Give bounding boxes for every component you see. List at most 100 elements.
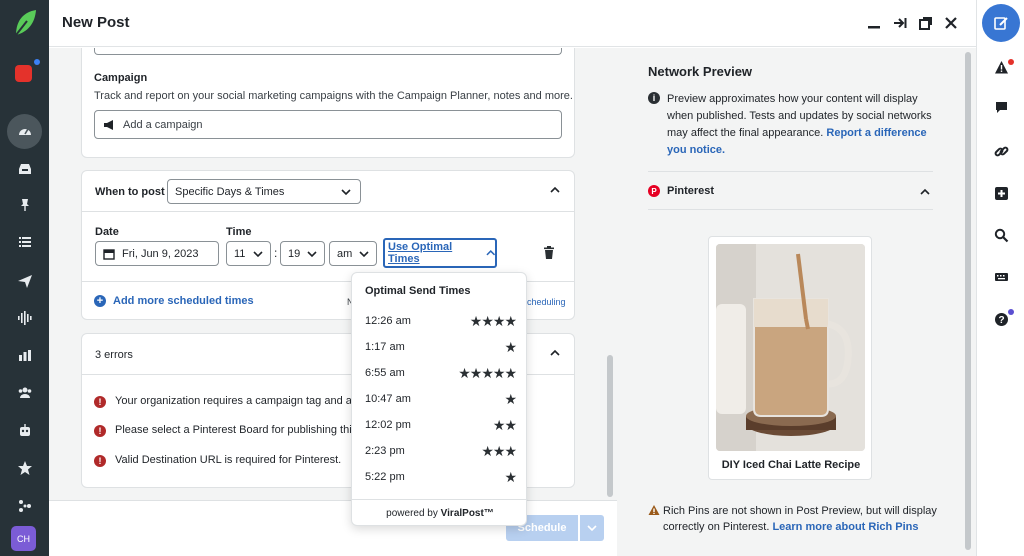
chevron-up-icon[interactable] <box>550 185 560 195</box>
optimal-time-option[interactable]: 6:55 am ★★★★★ <box>352 361 528 387</box>
reports-icon[interactable] <box>0 340 49 370</box>
preview-scrollbar[interactable] <box>965 52 971 550</box>
error-message: Please select a Pinterest Board for publ… <box>115 424 358 436</box>
use-optimal-times-button[interactable]: Use Optimal Times <box>383 238 497 268</box>
date-input[interactable]: Fri, Jun 9, 2023 <box>95 241 219 266</box>
inbox-icon[interactable] <box>0 154 49 184</box>
list-icon[interactable] <box>0 227 49 257</box>
pin-image <box>716 244 865 451</box>
collapse-arrow-icon[interactable] <box>891 14 909 32</box>
time-label: Time <box>226 226 252 238</box>
error-icon: ! <box>94 396 106 408</box>
notification-dot <box>34 59 40 65</box>
page-title: New Post <box>62 14 130 31</box>
minute-value: 19 <box>288 247 301 260</box>
campaign-description: Track and report on your social marketin… <box>94 90 573 102</box>
warning-icon <box>648 505 660 515</box>
rating-stars-icon: ★★★★ <box>469 313 517 329</box>
viralpost-brand: ViralPost™ <box>440 508 494 519</box>
optimal-time-label: 1:17 am <box>365 341 405 353</box>
search-icon[interactable] <box>991 225 1011 245</box>
errors-title: 3 errors <box>95 349 133 361</box>
optimal-time-option[interactable]: 1:17 am ★ <box>352 335 528 361</box>
preview-note: Preview approximates how your content wi… <box>667 91 932 159</box>
chat-icon[interactable] <box>991 97 1011 117</box>
popout-icon[interactable] <box>917 14 935 32</box>
link-icon[interactable] <box>991 141 1011 161</box>
when-to-post-select[interactable]: Specific Days & Times <box>167 179 361 204</box>
chevron-up-icon <box>485 250 495 256</box>
compose-icon <box>994 17 1008 30</box>
optimal-time-option[interactable]: 12:02 pm ★★ <box>352 413 528 439</box>
rating-stars-icon: ★★★ <box>481 443 517 459</box>
optimal-time-label: 6:55 am <box>365 367 405 379</box>
chevron-down-icon <box>587 525 597 532</box>
chevron-down-icon <box>359 250 369 257</box>
when-to-post-value: Specific Days & Times <box>175 185 285 198</box>
use-optimal-times-label: Use Optimal Times <box>388 241 453 265</box>
divider <box>648 171 933 172</box>
popover-footer: powered by ViralPost™ <box>352 499 528 527</box>
help-dot <box>1008 309 1014 315</box>
optimal-time-option[interactable]: 12:26 am ★★★★ <box>352 309 528 335</box>
megaphone-icon <box>104 119 113 130</box>
previous-field[interactable] <box>94 48 562 55</box>
optimal-time-label: 5:22 pm <box>365 471 405 483</box>
close-icon[interactable] <box>942 14 960 32</box>
star-review-icon[interactable] <box>0 453 49 483</box>
listening-icon[interactable] <box>0 303 49 333</box>
avatar[interactable]: CH <box>11 526 36 551</box>
optimal-time-label: 12:26 am <box>365 315 411 327</box>
integrations-icon[interactable] <box>0 491 49 521</box>
minimize-icon[interactable] <box>865 14 883 32</box>
error-icon: ! <box>94 455 106 467</box>
optimal-time-label: 12:02 pm <box>365 419 411 431</box>
chai-latte-photo <box>716 244 865 451</box>
sprout-logo-icon[interactable] <box>12 8 38 38</box>
schedule-options-button[interactable] <box>580 515 604 541</box>
left-nav: CH <box>0 0 49 556</box>
optimal-time-option[interactable]: 10:47 am ★ <box>352 387 528 413</box>
add-icon[interactable] <box>991 183 1011 203</box>
time-separator: : <box>274 246 278 260</box>
pinterest-icon: P <box>648 185 660 197</box>
keyboard-icon[interactable] <box>991 266 1011 286</box>
optimal-time-label: 2:23 pm <box>365 445 405 457</box>
form-scrollbar[interactable] <box>607 355 613 497</box>
campaign-input[interactable]: Add a campaign <box>94 110 562 139</box>
calendar-icon <box>103 248 115 260</box>
bot-icon[interactable] <box>0 416 49 446</box>
date-label: Date <box>95 226 119 238</box>
add-more-times-link[interactable]: + Add more scheduled times <box>94 295 254 307</box>
when-to-post-label: When to post <box>95 186 165 198</box>
chevron-up-icon[interactable] <box>550 348 560 358</box>
chevron-down-icon <box>307 250 317 257</box>
composer-form: Campaign Track and report on your social… <box>49 48 617 556</box>
rating-stars-icon: ★★★★★ <box>458 365 517 381</box>
people-icon[interactable] <box>0 378 49 408</box>
chevron-up-icon[interactable] <box>920 187 930 197</box>
ampm-select[interactable]: am <box>329 241 377 266</box>
chevron-down-icon <box>341 188 351 195</box>
minute-select[interactable]: 19 <box>280 241 325 266</box>
add-more-times-label: Add more scheduled times <box>113 295 254 307</box>
svg-text:?: ? <box>998 315 1004 326</box>
error-message: Valid Destination URL is required for Pi… <box>115 454 342 466</box>
hour-select[interactable]: 11 <box>226 241 271 266</box>
rich-pins-link[interactable]: Learn more about Rich Pins <box>772 521 918 533</box>
optimal-time-option[interactable]: 5:22 pm ★ <box>352 465 528 491</box>
send-icon[interactable] <box>0 266 49 296</box>
pin-caption: DIY Iced Chai Latte Recipe <box>721 459 861 471</box>
rating-stars-icon: ★ <box>504 391 517 407</box>
rating-stars-icon: ★ <box>504 339 517 355</box>
ampm-value: am <box>337 247 353 260</box>
partial-hint-right[interactable]: cheduling <box>527 297 566 307</box>
pin-icon[interactable] <box>0 190 49 220</box>
right-toolbar: ? <box>976 0 1024 556</box>
publishing-folder-icon[interactable] <box>15 65 32 82</box>
rating-stars-icon: ★ <box>504 469 517 485</box>
compose-button[interactable] <box>982 4 1020 42</box>
optimal-time-option[interactable]: 2:23 pm ★★★ <box>352 439 528 465</box>
trash-icon[interactable] <box>543 246 555 259</box>
dashboard-icon[interactable] <box>0 116 49 146</box>
